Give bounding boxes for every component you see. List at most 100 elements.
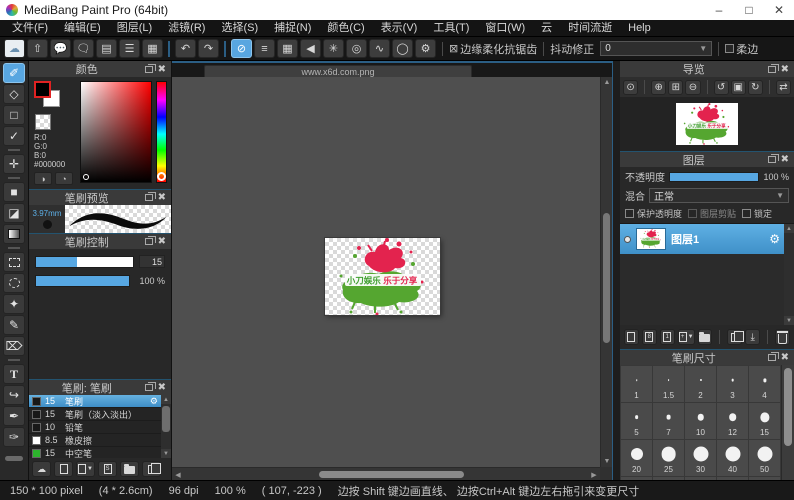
canvas-vertical-scrollbar[interactable]: ▲ ▼	[600, 77, 612, 467]
scroll-left-icon[interactable]: ◀	[172, 468, 184, 481]
brush-tool[interactable]: ✐	[3, 63, 25, 83]
new-layer-button[interactable]	[624, 329, 639, 345]
scroll-thumb[interactable]	[784, 368, 792, 446]
brush-row[interactable]: 10 铅笔	[29, 421, 161, 434]
scroll-thumb[interactable]	[603, 213, 610, 343]
scroll-up-icon[interactable]: ▲	[161, 395, 171, 404]
gear-icon[interactable]: ⚙	[769, 232, 780, 246]
visibility-icon[interactable]	[624, 236, 631, 243]
document-button[interactable]: ▤	[96, 39, 117, 58]
transparent-color-swatch[interactable]	[35, 114, 51, 130]
reset-rotation-button[interactable]: ▣	[731, 80, 746, 95]
parallel-snap-button[interactable]: ≡	[254, 39, 275, 58]
scroll-track[interactable]	[184, 468, 588, 480]
size-cell-partial[interactable]	[621, 477, 652, 480]
publish-button[interactable]: ⇧	[27, 39, 48, 58]
undo-button[interactable]: ↶	[175, 39, 196, 58]
menu-select[interactable]: 选择(S)	[213, 20, 266, 37]
add-layer-menu-button[interactable]: +▼	[678, 329, 695, 345]
canvas-horizontal-scrollbar[interactable]: ◀ ▶	[172, 467, 600, 480]
size-cell[interactable]: 7	[653, 403, 684, 439]
size-cell[interactable]: 25	[653, 440, 684, 476]
popout-icon[interactable]	[768, 66, 776, 73]
color-set-button[interactable]: ◔	[55, 172, 73, 185]
lock-checkbox[interactable]	[742, 209, 751, 218]
magic-wand-tool[interactable]: ✦	[3, 294, 25, 314]
bucket-tool[interactable]: ◪	[3, 203, 25, 223]
menu-snap[interactable]: 捕捉(N)	[266, 20, 319, 37]
size-cell[interactable]: 4	[749, 366, 780, 402]
fill-rect-tool[interactable]: ■	[3, 182, 25, 202]
zoom-in-button[interactable]: ⊕	[651, 80, 666, 95]
brush-row-selected[interactable]: 15 笔刷 ⚙	[29, 395, 161, 408]
foreground-color-swatch[interactable]	[34, 81, 51, 98]
dock-splitter[interactable]	[612, 61, 620, 480]
concentric-snap-button[interactable]: ◎	[346, 39, 367, 58]
polyline-tool[interactable]: ✓	[3, 126, 25, 146]
move-tool[interactable]: ✛	[3, 154, 25, 174]
layer-opacity-slider[interactable]	[669, 172, 759, 182]
add-brush-button[interactable]	[54, 461, 73, 477]
size-cell-partial[interactable]	[685, 477, 716, 480]
brush-row[interactable]: 8.5 橡皮擦	[29, 434, 161, 447]
brush-sizes-scrollbar[interactable]	[781, 365, 794, 480]
menu-help[interactable]: Help	[620, 20, 659, 37]
select-eraser-tool[interactable]: ⌦	[3, 336, 25, 356]
scroll-down-icon[interactable]: ▼	[784, 316, 794, 325]
menu-file[interactable]: 文件(F)	[4, 20, 56, 37]
size-cell[interactable]: 3	[717, 366, 748, 402]
brush-opacity-slider[interactable]	[35, 275, 130, 287]
size-cell[interactable]: 50	[749, 440, 780, 476]
size-cell[interactable]: 5	[621, 403, 652, 439]
size-cell[interactable]: 15	[749, 403, 780, 439]
canvas-area[interactable]: www.x6d.com.png ▲ ▼ ◀ ▶	[172, 61, 612, 480]
close-icon[interactable]: ✖	[781, 352, 789, 363]
layer-row-selected[interactable]: 图层1 ⚙	[620, 224, 784, 254]
popout-icon[interactable]	[145, 194, 153, 201]
scroll-right-icon[interactable]: ▶	[588, 468, 600, 481]
toolbar-size-slider[interactable]	[5, 456, 23, 461]
saturation-value-picker[interactable]	[80, 81, 152, 183]
rotate-left-button[interactable]: ↺	[714, 80, 729, 95]
scroll-track[interactable]	[601, 88, 612, 456]
document-tab[interactable]: www.x6d.com.png	[204, 65, 472, 77]
ellipse-snap-button[interactable]: ◯	[392, 39, 413, 58]
text-tool[interactable]: T	[3, 364, 25, 384]
hue-slider[interactable]	[156, 81, 167, 183]
sv-cursor[interactable]	[83, 174, 89, 180]
layer-list-scrollbar[interactable]: ▲ ▼	[784, 224, 794, 325]
size-cell-partial[interactable]	[717, 477, 748, 480]
popout-icon[interactable]	[145, 238, 153, 245]
menu-cloud[interactable]: 云	[533, 20, 560, 37]
zoom-out-button[interactable]: ⊖	[685, 80, 700, 95]
eraser-tool[interactable]: ◇	[3, 84, 25, 104]
cloud-brush-button[interactable]: ☁	[32, 461, 51, 477]
close-icon[interactable]: ✖	[158, 192, 166, 203]
scroll-up-icon[interactable]: ▲	[601, 77, 613, 88]
radial-snap-button[interactable]: ✳	[323, 39, 344, 58]
close-icon[interactable]: ✖	[781, 64, 789, 75]
canvas-image[interactable]	[325, 238, 440, 315]
merge-layer-button[interactable]: ⤓	[745, 329, 760, 345]
new-folder-button[interactable]	[698, 329, 713, 345]
vanishing-point-snap-button[interactable]: ◀	[300, 39, 321, 58]
jitter-dropdown[interactable]: 0 ▼	[600, 41, 712, 56]
scroll-thumb[interactable]	[319, 471, 464, 478]
protect-alpha-checkbox[interactable]	[625, 209, 634, 218]
operation-tool[interactable]: ↪	[3, 385, 25, 405]
scroll-track[interactable]	[784, 233, 794, 316]
size-cell[interactable]: 10	[685, 403, 716, 439]
comment-button[interactable]: 💬	[50, 39, 71, 58]
menu-color[interactable]: 颜色(C)	[319, 20, 372, 37]
scroll-thumb[interactable]	[162, 406, 170, 432]
popout-icon[interactable]	[145, 384, 153, 391]
close-button[interactable]: ✕	[764, 0, 794, 20]
size-cell[interactable]: 2	[685, 366, 716, 402]
navigator-view[interactable]	[620, 97, 794, 151]
popout-icon[interactable]	[768, 156, 776, 163]
scroll-down-icon[interactable]: ▼	[161, 449, 171, 458]
menu-tool[interactable]: 工具(T)	[425, 20, 477, 37]
clipping-checkbox[interactable]	[688, 209, 697, 218]
maximize-button[interactable]: □	[734, 0, 764, 20]
close-icon[interactable]: ✖	[158, 64, 166, 75]
